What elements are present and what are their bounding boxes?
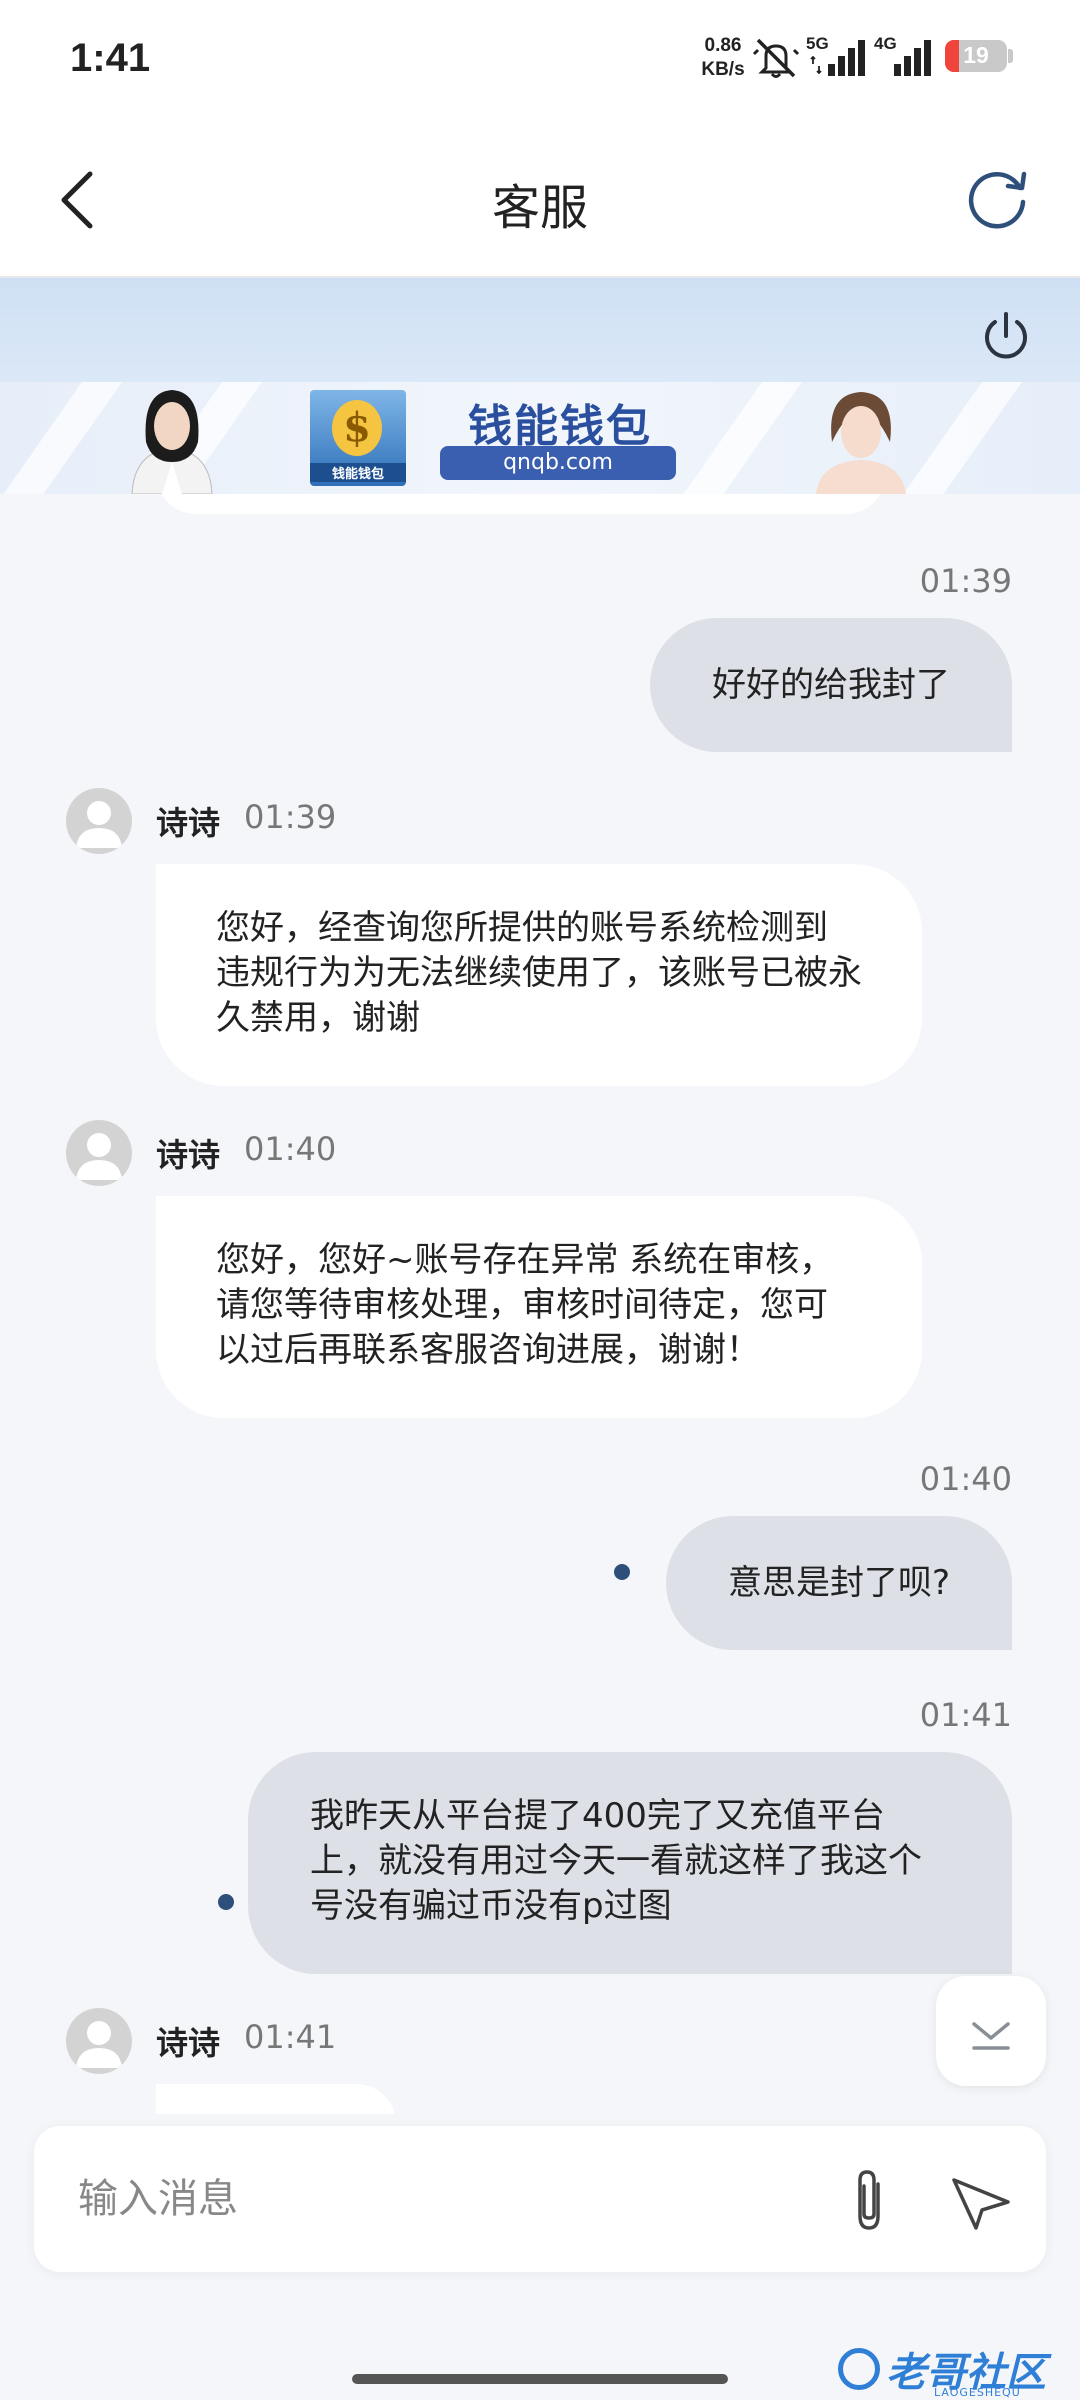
status-bar: 1:41 0.86 KB/s 5G 4G 19 — [0, 0, 1080, 120]
battery-cap — [1008, 49, 1013, 63]
user-icon — [76, 801, 122, 848]
unread-indicator — [218, 1894, 234, 1910]
avatar — [66, 2008, 132, 2074]
banner-header — [0, 278, 1080, 382]
message-bubble-outgoing[interactable]: 意思是封了呗? — [665, 1516, 1012, 1650]
network-speed-value: 0.86 — [704, 35, 742, 56]
message-input-bar — [34, 2126, 1046, 2272]
mute-icon — [752, 38, 800, 78]
brand-logo-caption: 钱能钱包 — [310, 463, 406, 482]
message-bubble-outgoing[interactable]: 好好的给我封了 — [650, 618, 1012, 752]
message-bubble-outgoing[interactable]: 我昨天从平台提了400完了又充值平台 上，就没有用过今天一看就这样了我这个 号没… — [248, 1752, 1012, 1974]
brand-name: 钱能钱包 — [468, 401, 652, 452]
home-indicator[interactable] — [352, 2374, 728, 2384]
message-bubble-incoming[interactable]: 您好，您好~账号存在异常 系统在审核， 请您等待审核处理，审核时间待定，您可 以… — [156, 1196, 922, 1418]
message-text: 意思是封了呗? — [727, 1563, 950, 1603]
send-icon[interactable] — [946, 2166, 1016, 2236]
message-text: 好好的给我封了 — [712, 665, 950, 705]
agent-name: 诗诗 — [156, 804, 221, 842]
message-timestamp: 01:41 — [244, 2018, 337, 2056]
agent-name: 诗诗 — [156, 1136, 221, 1174]
signal-bars-icon — [894, 40, 931, 76]
spokesperson-image-right — [816, 392, 906, 494]
message-timestamp: 01:39 — [244, 798, 337, 836]
spokesperson-image-left — [131, 390, 213, 494]
chevron-down-icon — [972, 2022, 1010, 2050]
message-text-line: 以过后再联系客服咨询进展，谢谢！ — [216, 1330, 760, 1370]
network-speed: 0.86 KB/s — [697, 34, 749, 82]
scroll-to-bottom-button[interactable] — [936, 1976, 1046, 2086]
message-bubble-incoming[interactable] — [156, 2084, 396, 2114]
signal-5g-icon: 5G — [806, 34, 868, 78]
chat-message-list[interactable]: 01:39 好好的给我封了 诗诗 01:39 您好，经查询您所提供的账号系统检测… — [0, 494, 1080, 2114]
signal-4g-icon: 4G — [874, 34, 936, 78]
signal-bars-icon — [828, 40, 865, 76]
brand-url: qnqb.com — [440, 446, 676, 480]
power-button[interactable] — [978, 308, 1034, 364]
avatar — [66, 788, 132, 854]
message-text-line: 您好，您好~账号存在异常 系统在审核， — [216, 1240, 834, 1280]
message-text-line: 我昨天从平台提了400完了又充值平台 — [310, 1796, 885, 1836]
message-text-line: 久禁用，谢谢 — [216, 998, 420, 1038]
user-icon — [76, 1133, 122, 1180]
page-title: 客服 — [491, 180, 588, 236]
message-input[interactable] — [78, 2168, 818, 2230]
message-timestamp: 01:40 — [244, 1130, 337, 1168]
message-timestamp: 01:40 — [919, 1460, 1012, 1498]
message-timestamp: 01:39 — [919, 562, 1012, 600]
nav-bar: 客服 — [0, 120, 1080, 278]
ad-banner[interactable]: $ 钱能钱包 钱能钱包 qnqb.com — [0, 382, 1080, 494]
battery-icon: 19 — [945, 40, 1007, 72]
unread-indicator — [614, 1564, 630, 1580]
signal-5g-label: 5G — [806, 34, 829, 53]
refresh-button[interactable] — [962, 164, 1032, 234]
watermark-subtext: LAOGESHEQU — [934, 2386, 1021, 2399]
message-text-line: 请您等待审核处理，审核时间待定，您可 — [216, 1285, 828, 1325]
status-time: 1:41 — [70, 36, 151, 80]
battery-level: 19 — [963, 42, 989, 68]
message-timestamp: 01:41 — [919, 1696, 1012, 1734]
network-speed-unit: KB/s — [701, 59, 745, 80]
message-text-line: 上，就没有用过今天一看就这样了我这个 — [310, 1841, 922, 1881]
user-icon — [76, 2021, 122, 2068]
message-bubble-partial — [156, 494, 886, 514]
data-arrows-icon — [810, 56, 822, 74]
message-bubble-incoming[interactable]: 您好，经查询您所提供的账号系统检测到 违规行为为无法继续使用了，该账号已被永 久… — [156, 864, 922, 1086]
message-text-line: 您好，经查询您所提供的账号系统检测到 — [216, 908, 828, 948]
message-text-line: 违规行为为无法继续使用了，该账号已被永 — [216, 953, 862, 993]
brand-logo: $ 钱能钱包 — [310, 390, 406, 486]
message-text-line: 号没有骗过币没有p过图 — [310, 1886, 672, 1926]
avatar — [66, 1120, 132, 1186]
agent-name: 诗诗 — [156, 2024, 221, 2062]
watermark-logo: 老哥社区 LAOGESHEQU — [838, 2340, 1068, 2400]
paperclip-icon[interactable] — [834, 2164, 904, 2238]
